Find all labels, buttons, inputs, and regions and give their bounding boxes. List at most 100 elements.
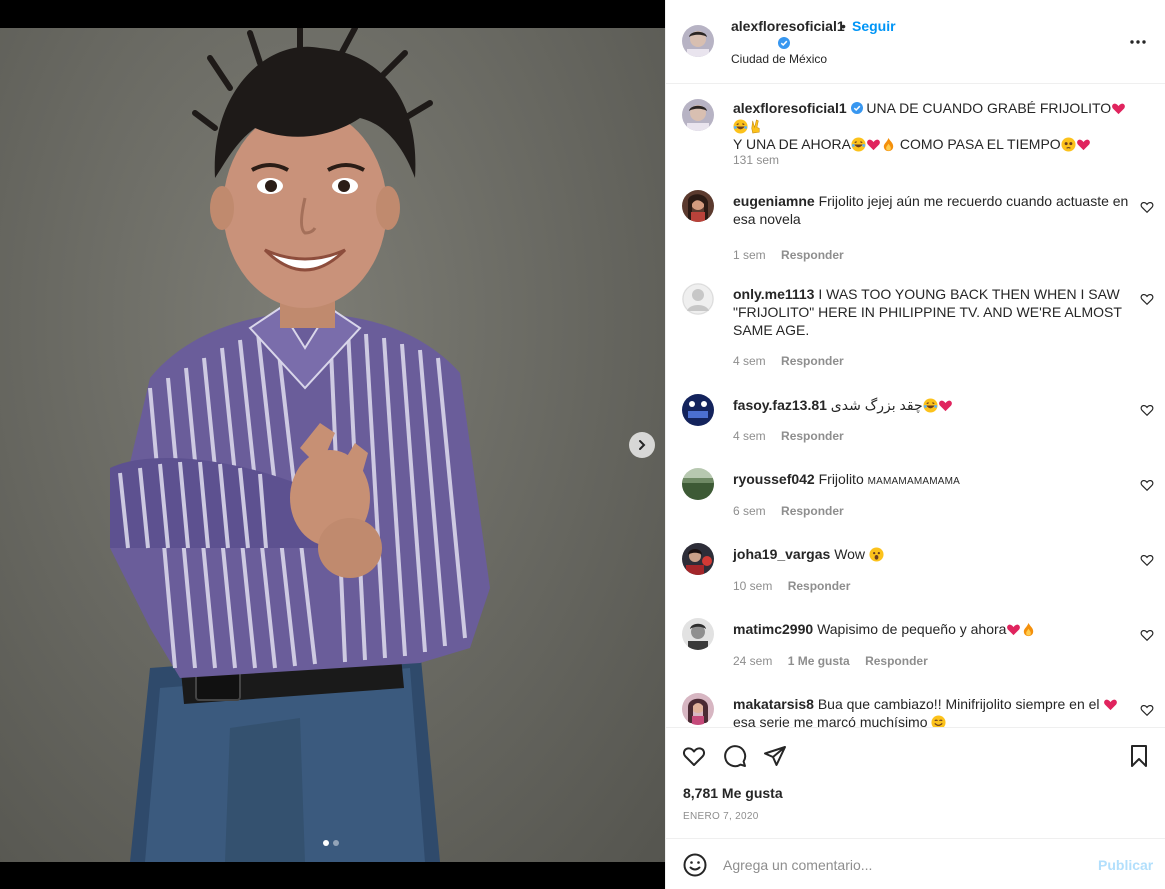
comment-input[interactable] xyxy=(723,850,1083,880)
comment-meta: 24 sem 1 Me gusta Responder xyxy=(733,654,940,668)
commenter-avatar[interactable] xyxy=(682,283,714,315)
share-paper-plane-icon[interactable] xyxy=(763,744,787,768)
comment-time[interactable]: 4 sem xyxy=(733,354,766,368)
comment-time[interactable]: 10 sem xyxy=(733,579,772,593)
heart-emoji-icon xyxy=(1076,139,1090,151)
comment-text: fasoy.faz13.81 چقد بزرگ شدی xyxy=(733,396,1133,414)
smiling-emoji-icon xyxy=(931,715,946,727)
boy-photo-illustration xyxy=(110,28,490,862)
caption-time[interactable]: 131 sem xyxy=(733,153,779,167)
victory-hand-emoji-icon xyxy=(751,119,760,134)
reply-button[interactable]: Responder xyxy=(865,654,928,668)
comment-body: Wapisimo de pequeño y ahora xyxy=(817,621,1007,637)
publish-button[interactable]: Publicar xyxy=(1098,857,1153,873)
comment-username[interactable]: makatarsis8 xyxy=(733,696,814,712)
post-photo[interactable] xyxy=(0,28,665,862)
like-heart-icon[interactable] xyxy=(682,744,706,768)
comment-meta: 6 sem Responder xyxy=(733,504,856,518)
emoji-picker-icon[interactable] xyxy=(683,853,707,877)
caption-line-2b: COMO PASA EL TIEMPO xyxy=(899,136,1061,152)
like-comment-heart-icon[interactable] xyxy=(1140,703,1154,717)
carousel-indicator xyxy=(323,840,339,846)
comment-meta: 4 sem Responder xyxy=(733,354,856,368)
astonished-emoji-icon xyxy=(869,547,884,562)
fire-emoji-icon xyxy=(1024,622,1034,637)
post-location[interactable]: Ciudad de México xyxy=(731,52,827,66)
likes-count[interactable]: 8,781 Me gusta xyxy=(683,785,783,801)
instagram-post-modal: alexfloresoficial1 • Seguir Ciudad de Mé… xyxy=(0,0,1165,889)
comment-text: eugeniamne Frijolito jejej aún me recuer… xyxy=(733,192,1133,228)
commenter-avatar[interactable] xyxy=(682,190,714,222)
author-avatar[interactable] xyxy=(682,25,714,57)
comment-likes-count[interactable]: 1 Me gusta xyxy=(788,654,850,668)
comment-username[interactable]: only.me1113 xyxy=(733,286,814,302)
caption-line-2a: Y UNA DE AHORA xyxy=(733,136,852,152)
author-username[interactable]: alexfloresoficial1 xyxy=(731,18,845,34)
comment-body: چقد بزرگ شدی xyxy=(830,397,923,413)
comment-text: ryoussef042 Frijolito MAMAMAMAMAMA xyxy=(733,470,1133,491)
heart-emoji-icon xyxy=(1007,624,1021,636)
commenter-avatar[interactable] xyxy=(682,543,714,575)
caption-line-1: UNA DE CUANDO GRABÉ FRIJOLITO xyxy=(866,100,1112,116)
comment-composer: Publicar xyxy=(666,838,1165,889)
reply-button[interactable]: Responder xyxy=(781,504,844,518)
post-details-panel: alexfloresoficial1 • Seguir Ciudad de Mé… xyxy=(665,0,1165,889)
commenter-avatar[interactable] xyxy=(682,394,714,426)
like-comment-heart-icon[interactable] xyxy=(1140,478,1154,492)
commenter-avatar[interactable] xyxy=(682,618,714,650)
media-pane xyxy=(0,0,665,889)
reply-button[interactable]: Responder xyxy=(788,579,851,593)
verified-badge-icon xyxy=(850,102,863,114)
comment-username[interactable]: eugeniamne xyxy=(733,193,815,209)
heart-emoji-icon xyxy=(867,139,880,151)
post-date[interactable]: ENERO 7, 2020 xyxy=(683,811,759,822)
comments-list[interactable]: alexfloresoficial1 UNA DE CUANDO GRABÉ F… xyxy=(666,85,1165,727)
like-comment-heart-icon[interactable] xyxy=(1140,292,1154,306)
caption-avatar[interactable] xyxy=(682,99,714,131)
reply-button[interactable]: Responder xyxy=(781,248,844,262)
caption-meta: 131 sem xyxy=(733,153,791,167)
comment-time[interactable]: 4 sem xyxy=(733,429,766,443)
carousel-next-button[interactable] xyxy=(629,432,655,458)
heart-emoji-icon xyxy=(1112,103,1126,115)
comment-time[interactable]: 6 sem xyxy=(733,504,766,518)
comment-text: joha19_vargas Wow xyxy=(733,545,1133,563)
header-separator: • xyxy=(841,18,846,34)
commenter-avatar[interactable] xyxy=(682,693,714,725)
reply-button[interactable]: Responder xyxy=(781,354,844,368)
like-comment-heart-icon[interactable] xyxy=(1140,628,1154,642)
like-comment-heart-icon[interactable] xyxy=(1140,553,1154,567)
reply-button[interactable]: Responder xyxy=(781,429,844,443)
laughing-emoji-icon xyxy=(733,119,748,134)
commenter-avatar[interactable] xyxy=(682,468,714,500)
comment-text: only.me1113 I WAS TOO YOUNG BACK THEN WH… xyxy=(733,285,1133,339)
comment-username[interactable]: matimc2990 xyxy=(733,621,813,637)
comment-meta: 1 sem Responder xyxy=(733,248,856,262)
like-comment-heart-icon[interactable] xyxy=(1140,403,1154,417)
comment-username[interactable]: joha19_vargas xyxy=(733,546,830,562)
like-comment-heart-icon[interactable] xyxy=(1140,200,1154,214)
comment-username[interactable]: ryoussef042 xyxy=(733,471,815,487)
comment-time[interactable]: 1 sem xyxy=(733,248,766,262)
verified-badge-icon xyxy=(778,35,790,53)
comment-meta: 10 sem Responder xyxy=(733,579,862,593)
comment-bubble-icon[interactable] xyxy=(723,744,747,768)
pleading-emoji-icon xyxy=(1061,137,1076,152)
heart-emoji-icon xyxy=(938,400,952,412)
comment-username[interactable]: fasoy.faz13.81 xyxy=(733,397,827,413)
media-top-bar xyxy=(0,0,665,28)
post-actions: 8,781 Me gusta ENERO 7, 2020 xyxy=(666,727,1165,837)
comment-meta: 4 sem Responder xyxy=(733,429,856,443)
comment-text: matimc2990 Wapisimo de pequeño y ahora xyxy=(733,620,1133,638)
follow-button[interactable]: Seguir xyxy=(852,18,896,34)
heart-emoji-icon xyxy=(1104,699,1118,711)
comment-body: Frijolito xyxy=(818,471,864,487)
post-header: alexfloresoficial1 • Seguir Ciudad de Mé… xyxy=(666,0,1165,84)
laughing-emoji-icon xyxy=(923,398,938,413)
caption-username[interactable]: alexfloresoficial1 xyxy=(733,100,847,116)
comment-time[interactable]: 24 sem xyxy=(733,654,772,668)
laughing-emoji-icon xyxy=(851,137,866,152)
chevron-right-icon xyxy=(639,440,646,450)
more-horizontal-icon[interactable] xyxy=(1129,32,1147,52)
save-bookmark-icon[interactable] xyxy=(1127,744,1151,768)
